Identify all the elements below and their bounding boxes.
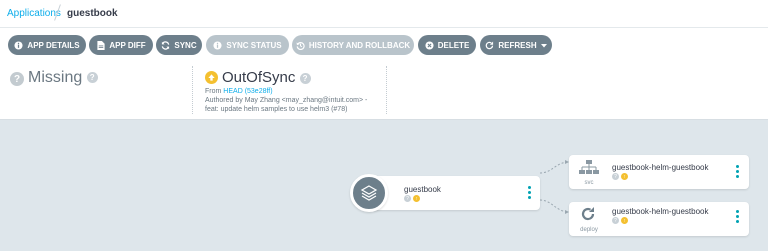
file-icon [96, 40, 105, 50]
breadcrumb-applications-link[interactable]: Applications [7, 8, 61, 19]
app-diff-label: APP DIFF [109, 40, 146, 50]
sync-status-button[interactable]: SYNC STATUS [206, 35, 289, 55]
deploy-node-status-badges: ? ↑ [612, 217, 628, 224]
sync-help-icon[interactable]: ? [299, 72, 311, 84]
breadcrumb-current: guestbook [67, 8, 118, 19]
history-rollback-button[interactable]: HISTORY AND ROLLBACK [292, 35, 414, 55]
deploy-node-menu[interactable] [736, 210, 740, 223]
deploy-rotate-icon [579, 205, 597, 228]
delete-button[interactable]: DELETE [418, 35, 476, 55]
svc-node-title: guestbook-helm-guestbook [612, 163, 709, 172]
status-panel: ? Missing ? OutOfSync ? From HEAD (53e28… [0, 64, 768, 120]
sync-arrows-icon [161, 40, 170, 50]
history-rollback-label: HISTORY AND ROLLBACK [308, 40, 411, 50]
sync-status-text: OutOfSync [222, 69, 296, 86]
refresh-label: REFRESH [498, 40, 537, 50]
health-help-icon[interactable]: ? [86, 72, 98, 84]
out-of-sync-icon [205, 71, 218, 84]
app-node-status-badges: ? ↑ [404, 195, 420, 202]
network-icon [579, 160, 599, 181]
app-details-button[interactable]: APP DETAILS [8, 35, 86, 55]
refresh-icon [485, 41, 494, 50]
author-line: Authored by May Zhang <may_zhang@intuit.… [205, 97, 368, 104]
from-prefix: From [205, 88, 222, 95]
delete-label: DELETE [437, 40, 470, 50]
app-details-label: APP DETAILS [27, 40, 80, 50]
missing-health-icon: ? [10, 72, 24, 86]
resource-node-deploy[interactable]: deploy guestbook-helm-guestbook ? ↑ [569, 202, 749, 236]
caret-down-icon [540, 41, 547, 50]
health-status-text: Missing [28, 69, 83, 86]
app-node-guestbook[interactable]: guestbook ? ↑ [366, 176, 540, 210]
edge-to-svc [539, 161, 570, 174]
sync-from-line: From HEAD (53e28ff) [205, 87, 273, 96]
out-of-sync-mini-icon: ↑ [621, 173, 628, 180]
resource-node-svc[interactable]: svc guestbook-helm-guestbook ? ↑ [569, 155, 749, 189]
health-status-label: Missing ? [28, 69, 98, 87]
sync-status-label: OutOfSync ? [222, 69, 311, 86]
times-circle-icon [425, 40, 434, 50]
refresh-button[interactable]: REFRESH [480, 35, 552, 55]
svc-kind-label: svc [584, 180, 594, 186]
app-layers-icon [350, 174, 388, 212]
app-node-title: guestbook [404, 185, 441, 194]
app-node-menu[interactable] [528, 186, 532, 199]
svc-node-status-badges: ? ↑ [612, 173, 628, 180]
out-of-sync-mini-icon: ↑ [413, 195, 420, 202]
history-icon [296, 41, 305, 50]
sync-status-label: SYNC STATUS [226, 40, 282, 50]
edge-to-deploy [539, 199, 570, 213]
missing-mini-icon: ? [404, 195, 411, 202]
missing-mini-icon: ? [612, 217, 619, 224]
commit-message: feat: update helm samples to use helm3 (… [205, 106, 348, 113]
info-icon [14, 40, 23, 50]
revision-link[interactable]: HEAD (53e28ff) [223, 88, 272, 95]
status-divider-right [386, 66, 387, 114]
info-icon [213, 40, 222, 50]
deploy-node-title: guestbook-helm-guestbook [612, 207, 709, 216]
toolbar: APP DETAILS APP DIFF SYNC SYNC STATUS HI… [0, 28, 768, 64]
status-divider [192, 66, 193, 114]
top-bar: Applications guestbook [0, 0, 768, 28]
svc-node-menu[interactable] [736, 165, 740, 178]
out-of-sync-mini-icon: ↑ [621, 217, 628, 224]
sync-label: SYNC [174, 40, 197, 50]
sync-button[interactable]: SYNC [156, 35, 202, 55]
deploy-kind-label: deploy [580, 227, 598, 233]
app-diff-button[interactable]: APP DIFF [89, 35, 153, 55]
missing-mini-icon: ? [612, 173, 619, 180]
